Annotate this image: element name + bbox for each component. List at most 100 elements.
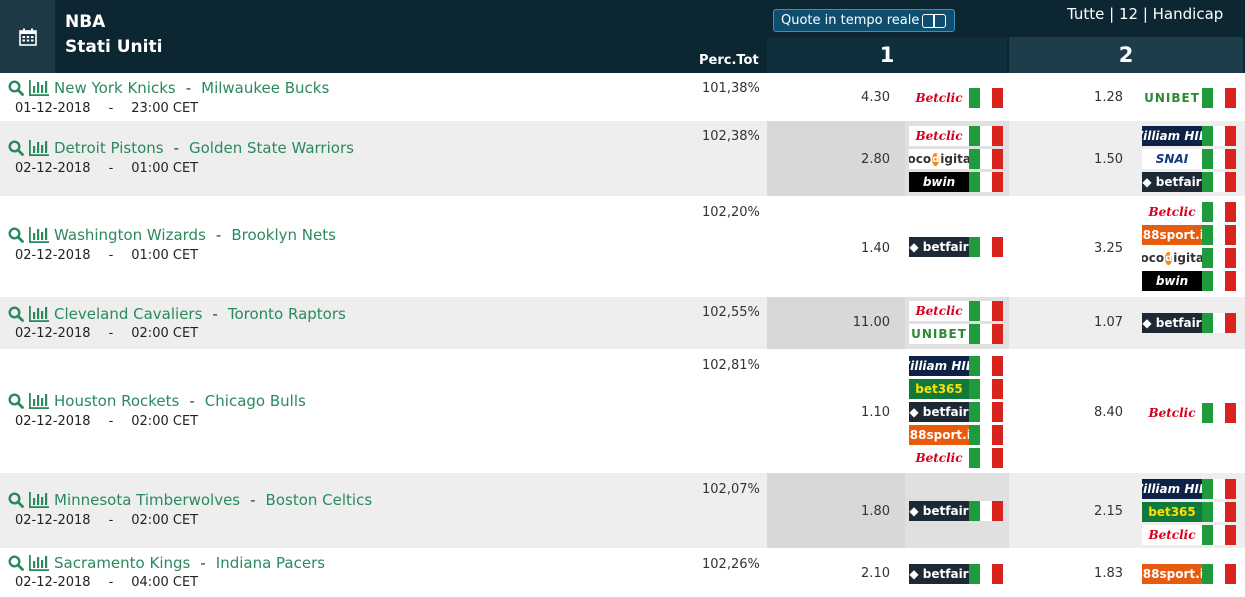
match-teams: Cleveland Cavaliers - Toronto Raptors	[8, 305, 346, 323]
bookmaker-gioco-digitale[interactable]: giocodigitale	[1142, 248, 1236, 268]
odd-home[interactable]: 1.80	[820, 504, 890, 519]
league-country: Stati Uniti	[65, 37, 163, 57]
bookmaker-betfair[interactable]: ◆ betfair	[1142, 172, 1236, 192]
search-icon[interactable]	[8, 492, 24, 508]
search-icon[interactable]	[8, 393, 24, 409]
bookmaker-bwin[interactable]: bwin	[1142, 271, 1236, 291]
bookmaker-william-hill[interactable]: William HILL	[1142, 479, 1236, 499]
away-team-link[interactable]: Golden State Warriors	[189, 139, 354, 157]
search-icon[interactable]	[8, 555, 24, 571]
market-filters[interactable]: Tutte | 12 | Handicap	[1067, 5, 1223, 23]
italy-flag-icon	[969, 172, 1003, 192]
bookmakers-away: William HILL SNAI ◆ betfair	[1142, 126, 1236, 192]
match-date: 02-12-2018	[15, 414, 91, 429]
match-row: New York Knicks - Milwaukee Bucks 01-12-…	[0, 73, 1245, 121]
odd-home[interactable]: 4.30	[820, 90, 890, 105]
bookmaker-bet365[interactable]: bet365	[909, 379, 1003, 399]
bookmaker-logo: ◆ betfair	[909, 402, 969, 422]
bookmaker-betclic[interactable]: Betclic	[1142, 202, 1236, 222]
search-icon[interactable]	[8, 80, 24, 96]
calendar-button[interactable]	[0, 0, 55, 73]
bookmaker-betclic[interactable]: Betclic	[909, 126, 1003, 146]
bookmaker-logo: ◆ betfair	[1142, 313, 1202, 333]
payout-percentage: 102,81%	[702, 358, 760, 373]
odd-home[interactable]: 1.40	[820, 241, 890, 256]
bar-chart-icon[interactable]	[29, 140, 49, 156]
italy-flag-icon	[969, 379, 1003, 399]
bar-chart-icon[interactable]	[29, 306, 49, 322]
bookmaker-betfair[interactable]: ◆ betfair	[909, 564, 1003, 584]
away-team-link[interactable]: Milwaukee Bucks	[201, 79, 329, 97]
bookmaker-unibet[interactable]: UNIBET	[1142, 88, 1236, 108]
bookmaker-betfair[interactable]: ◆ betfair	[909, 501, 1003, 521]
home-team-link[interactable]: Washington Wizards	[54, 226, 206, 244]
bookmakers-away: Betclic	[1142, 403, 1236, 423]
bookmakers-home: Betclic UNIBET	[909, 301, 1003, 344]
odd-home[interactable]: 11.00	[820, 315, 890, 330]
italy-flag-icon	[969, 425, 1003, 445]
bookmakers-home: ◆ betfair	[909, 237, 1003, 257]
bookmaker-betfair[interactable]: ◆ betfair	[1142, 313, 1236, 333]
bookmaker-betclic[interactable]: Betclic	[1142, 525, 1236, 545]
bookmaker-logo: ◆ betfair	[909, 237, 969, 257]
bookmaker-gioco-digitale[interactable]: giocodigitale	[909, 149, 1003, 169]
italy-flag-icon	[1202, 403, 1236, 423]
bookmaker-888sport-it[interactable]: 888sport.it	[1142, 564, 1236, 584]
bar-chart-icon[interactable]	[29, 555, 49, 571]
away-team-link[interactable]: Boston Celtics	[266, 491, 373, 509]
bookmaker-888sport-it[interactable]: 888sport.it	[909, 425, 1003, 445]
home-team-link[interactable]: Sacramento Kings	[54, 554, 190, 572]
bookmaker-betclic[interactable]: Betclic	[1142, 403, 1236, 423]
odd-away[interactable]: 1.50	[1053, 152, 1123, 167]
bookmaker-betclic[interactable]: Betclic	[909, 88, 1003, 108]
match-teams: Houston Rockets - Chicago Bulls	[8, 392, 306, 410]
bookmaker-betfair[interactable]: ◆ betfair	[909, 237, 1003, 257]
match-date: 02-12-2018	[15, 575, 91, 590]
bookmaker-bwin[interactable]: bwin	[909, 172, 1003, 192]
match-row: Detroit Pistons - Golden State Warriors …	[0, 121, 1245, 196]
bookmaker-betclic[interactable]: Betclic	[909, 301, 1003, 321]
odd-away[interactable]: 1.07	[1053, 315, 1123, 330]
odd-away[interactable]: 1.28	[1053, 90, 1123, 105]
bookmaker-snai[interactable]: SNAI	[1142, 149, 1236, 169]
away-team-link[interactable]: Toronto Raptors	[228, 305, 346, 323]
bar-chart-icon[interactable]	[29, 393, 49, 409]
odd-away[interactable]: 3.25	[1053, 241, 1123, 256]
bookmaker-william-hill[interactable]: William HILL	[909, 356, 1003, 376]
odd-away[interactable]: 1.83	[1053, 566, 1123, 581]
search-icon[interactable]	[8, 227, 24, 243]
bar-chart-icon[interactable]	[29, 492, 49, 508]
bookmaker-888sport-it[interactable]: 888sport.it	[1142, 225, 1236, 245]
odd-home[interactable]: 1.10	[820, 405, 890, 420]
bar-chart-icon[interactable]	[29, 227, 49, 243]
bookmaker-unibet[interactable]: UNIBET	[909, 324, 1003, 344]
odd-away[interactable]: 2.15	[1053, 504, 1123, 519]
match-time: 01:00 CET	[131, 248, 199, 263]
bookmaker-bet365[interactable]: bet365	[1142, 502, 1236, 522]
away-team-link[interactable]: Indiana Pacers	[216, 554, 325, 572]
bookmaker-betclic[interactable]: Betclic	[909, 448, 1003, 468]
away-team-link[interactable]: Chicago Bulls	[205, 392, 306, 410]
odd-home[interactable]: 2.80	[820, 152, 890, 167]
home-team-link[interactable]: Minnesota Timberwolves	[54, 491, 240, 509]
odd-home[interactable]: 2.10	[820, 566, 890, 581]
bookmaker-logo: giocodigitale	[1142, 248, 1202, 268]
match-row: Sacramento Kings - Indiana Pacers 02-12-…	[0, 548, 1245, 597]
italy-flag-icon	[1202, 502, 1236, 522]
italy-flag-icon	[1202, 149, 1236, 169]
search-icon[interactable]	[8, 140, 24, 156]
realtime-odds-toggle[interactable]: Quote in tempo reale	[773, 9, 955, 32]
match-row: Cleveland Cavaliers - Toronto Raptors 02…	[0, 297, 1245, 349]
away-team-link[interactable]: Brooklyn Nets	[231, 226, 336, 244]
home-team-link[interactable]: Cleveland Cavaliers	[54, 305, 202, 323]
home-team-link[interactable]: New York Knicks	[54, 79, 176, 97]
odd-away[interactable]: 8.40	[1053, 405, 1123, 420]
bookmaker-logo: 888sport.it	[1142, 564, 1202, 584]
bookmaker-william-hill[interactable]: William HILL	[1142, 126, 1236, 146]
bar-chart-icon[interactable]	[29, 80, 49, 96]
bookmaker-betfair[interactable]: ◆ betfair	[909, 402, 1003, 422]
home-team-link[interactable]: Houston Rockets	[54, 392, 179, 410]
search-icon[interactable]	[8, 306, 24, 322]
match-row: Washington Wizards - Brooklyn Nets 02-12…	[0, 196, 1245, 297]
home-team-link[interactable]: Detroit Pistons	[54, 139, 164, 157]
